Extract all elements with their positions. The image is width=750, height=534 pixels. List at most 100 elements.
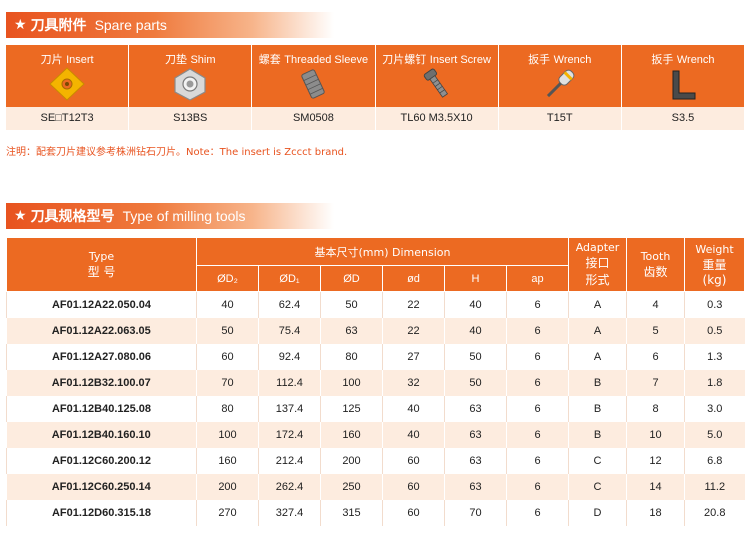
- bore-header: ød: [382, 265, 445, 292]
- insert-brand-note: 注明：配套刀片建议参考株洲钻石刀片。Note：The insert is Zcc…: [6, 147, 348, 158]
- cell-tooth: 10: [626, 421, 685, 448]
- cell-ap: 6: [505, 395, 569, 422]
- part-cell-threaded-sleeve: 螺套 Threaded Sleeve: [252, 45, 376, 107]
- cell-d2: 50: [196, 317, 259, 344]
- cell-type: AF01.12C60.200.12: [6, 447, 197, 474]
- cell-tooth: 7: [626, 369, 685, 396]
- cell-d2: 80: [196, 395, 259, 422]
- cell-adapter: A: [568, 343, 627, 370]
- part-cell-shim: 刀垫 Shim: [129, 45, 253, 107]
- tooth-header: Tooth 齿数: [626, 237, 686, 292]
- cell-ap: 6: [505, 317, 569, 344]
- cell-d: 100: [320, 369, 383, 396]
- cell-type: AF01.12A22.063.05: [6, 317, 197, 344]
- d-header: ØD: [320, 265, 383, 292]
- part-cell-insert: 刀片 Insert: [6, 45, 130, 107]
- spare-parts-table: 刀片 Insert 刀垫 Shim 螺套 Threaded Sleeve 刀片螺…: [6, 45, 744, 130]
- adapter-header: Adapter 接口 形式: [568, 237, 628, 292]
- cell-type: AF01.12A27.080.06: [6, 343, 197, 370]
- cell-tooth: 8: [626, 395, 685, 422]
- cell-adapter: C: [568, 447, 627, 474]
- cell-d1: 327.4: [258, 499, 321, 526]
- cell-h: 63: [444, 395, 507, 422]
- cell-ap: 6: [505, 473, 569, 500]
- milling-tools-table: Type 型 号 基本尺寸(mm) Dimension Adapter 接口 形…: [6, 237, 746, 526]
- milling-heading-en: Type of milling tools: [122, 208, 246, 224]
- cell-d1: 92.4: [258, 343, 321, 370]
- table-row: AF01.12A22.050.04 40 62.4 50 22 40 6 A 4 0.3: [6, 291, 745, 318]
- weight-header: Weight 重量 (kg): [684, 237, 746, 292]
- part-label-cn: 螺套: [258, 53, 281, 66]
- cell-h: 63: [444, 421, 507, 448]
- star-icon: ★: [14, 208, 27, 224]
- cell-d: 250: [320, 473, 383, 500]
- part-code: SE□T12T3: [6, 107, 130, 130]
- cell-weight: 11.2: [684, 473, 745, 500]
- cell-d2: 40: [196, 291, 259, 318]
- table-row: AF01.12C60.200.12 160 212.4 200 60 63 6 C 12 6.8: [6, 447, 745, 474]
- cell-d: 50: [320, 291, 383, 318]
- cell-type: AF01.12B40.125.08: [6, 395, 197, 422]
- cell-od: 27: [382, 343, 445, 370]
- threaded-sleeve-icon: [301, 69, 326, 99]
- ap-header: ap: [505, 265, 570, 292]
- cell-weight: 1.8: [684, 369, 745, 396]
- cell-ap: 6: [505, 343, 569, 370]
- cell-d2: 100: [196, 421, 259, 448]
- spare-parts-header-row: 刀片 Insert 刀垫 Shim 螺套 Threaded Sleeve 刀片螺…: [6, 45, 744, 107]
- cell-od: 60: [382, 447, 445, 474]
- hex-wrench-icon: [672, 70, 696, 100]
- cell-ap: 6: [505, 421, 569, 448]
- table-row: AF01.12B32.100.07 70 112.4 100 32 50 6 B 7 1.8: [6, 369, 745, 396]
- cell-weight: 1.3: [684, 343, 745, 370]
- table-row: AF01.12D60.315.18 270 327.4 315 60 70 6 D 18 20.8: [6, 499, 745, 526]
- d2-header: ØD₂: [196, 265, 259, 292]
- cell-d1: 172.4: [258, 421, 321, 448]
- milling-heading-cn: 刀具规格型号: [30, 209, 115, 225]
- star-icon: ★: [14, 17, 27, 33]
- cell-adapter: A: [568, 317, 627, 344]
- cell-h: 40: [444, 291, 507, 318]
- cell-od: 60: [382, 499, 445, 526]
- cell-weight: 0.5: [684, 317, 745, 344]
- cell-od: 40: [382, 421, 445, 448]
- cell-type: AF01.12B32.100.07: [6, 369, 197, 396]
- cell-d: 80: [320, 343, 383, 370]
- milling-table-body: AF01.12A22.050.04 40 62.4 50 22 40 6 A 4 0.3 AF01.…: [6, 291, 745, 526]
- cell-h: 63: [444, 473, 507, 500]
- cell-d1: 112.4: [258, 369, 321, 396]
- cell-type: AF01.12B40.160.10: [6, 421, 197, 448]
- cell-weight: 5.0: [684, 421, 745, 448]
- cell-ap: 6: [505, 369, 569, 396]
- cell-adapter: B: [568, 369, 627, 396]
- cell-d1: 212.4: [258, 447, 321, 474]
- cell-weight: 3.0: [684, 395, 745, 422]
- cell-h: 40: [444, 317, 507, 344]
- spare-parts-code-row: SE□T12T3 S13BS SM0508 TL60 M3.5X10 T15T …: [6, 107, 744, 130]
- cell-od: 40: [382, 395, 445, 422]
- cell-adapter: B: [568, 395, 627, 422]
- table-row: AF01.12C60.250.14 200 262.4 250 60 63 6 C 14 11.2: [6, 473, 745, 500]
- part-cell-insert-screw: 刀片螺钉 Insert Screw: [376, 45, 499, 107]
- cell-d1: 137.4: [258, 395, 321, 422]
- spare-parts-heading-cn: 刀具附件: [30, 18, 87, 34]
- dimension-header: 基本尺寸(mm) Dimension: [195, 237, 570, 266]
- shim-icon: [174, 68, 206, 101]
- spare-parts-heading-en: Spare parts: [94, 17, 167, 33]
- part-cell-torx-wrench: 扳手 Wrench: [499, 45, 622, 107]
- h-header: H: [444, 265, 507, 292]
- cell-tooth: 12: [626, 447, 685, 474]
- milling-tools-heading: ★ 刀具规格型号 Type of milling tools: [6, 203, 334, 229]
- spare-parts-heading: ★ 刀具附件 Spare parts: [6, 12, 334, 38]
- cell-weight: 20.8: [684, 499, 745, 526]
- cell-od: 32: [382, 369, 445, 396]
- cell-tooth: 4: [626, 291, 685, 318]
- cell-od: 60: [382, 473, 445, 500]
- cell-d: 200: [320, 447, 383, 474]
- cell-od: 22: [382, 317, 445, 344]
- part-code: SM0508: [252, 107, 376, 130]
- screw-icon: [423, 68, 448, 98]
- cell-weight: 6.8: [684, 447, 745, 474]
- cell-d: 315: [320, 499, 383, 526]
- cell-d2: 200: [196, 473, 259, 500]
